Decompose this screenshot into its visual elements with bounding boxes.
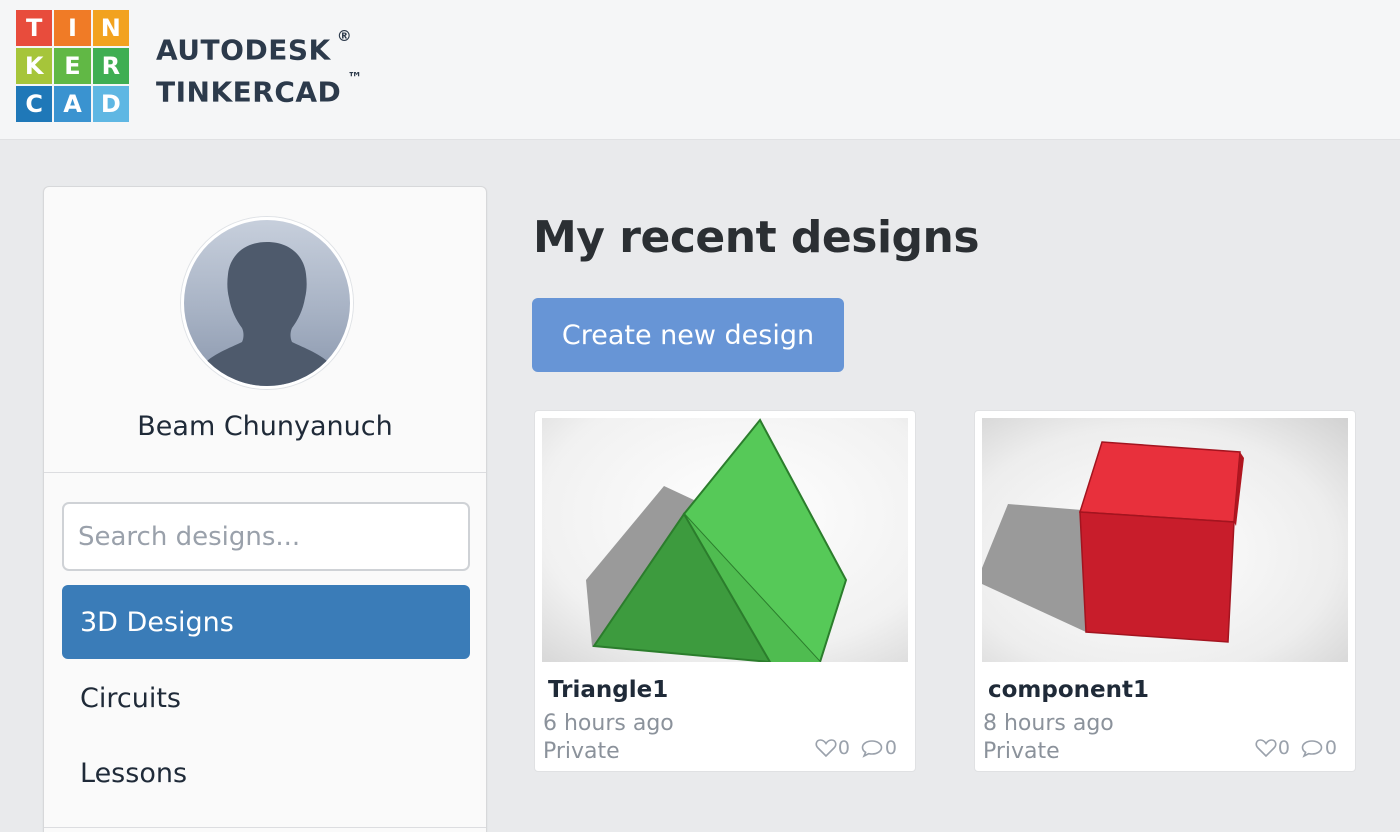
brand-tinkercad: TINKERCAD	[156, 75, 342, 109]
user-silhouette-icon	[196, 242, 338, 386]
top-header: T I N K E R C A D AUTODESK ® TINKERCAD ™	[0, 0, 1400, 140]
comments-stat[interactable]: 0	[1300, 737, 1337, 759]
logo-cell: I	[54, 10, 91, 46]
brand-line-2: TINKERCAD ™	[156, 68, 363, 110]
red-cube-thumbnail	[982, 418, 1348, 662]
design-card[interactable]: Triangle1 6 hours ago Private 0 0	[534, 410, 916, 772]
design-thumbnail[interactable]	[542, 418, 908, 662]
design-privacy: Private	[543, 739, 620, 764]
likes-stat[interactable]: 0	[1255, 737, 1290, 759]
registered-mark: ®	[336, 27, 353, 45]
design-card[interactable]: component1 8 hours ago Private 0 0	[974, 410, 1356, 772]
sidebar-item-label: Circuits	[80, 682, 181, 714]
comment-icon	[861, 740, 883, 758]
user-name: Beam Chunyanuch	[137, 411, 393, 442]
logo-cell: K	[16, 48, 53, 84]
sidebar-item-circuits[interactable]: Circuits	[62, 661, 470, 735]
logo-cell: C	[16, 86, 53, 122]
likes-count: 0	[1277, 737, 1290, 759]
logo-cell: R	[92, 48, 129, 84]
design-timestamp: 6 hours ago	[543, 711, 674, 736]
likes-stat[interactable]: 0	[815, 737, 850, 759]
divider	[44, 827, 486, 828]
profile-sidebar: Beam Chunyanuch 3D Designs Circuits Less…	[43, 186, 487, 832]
logo-cell: E	[54, 48, 91, 84]
page-title: My recent designs	[533, 212, 980, 263]
design-stats: 0 0	[1255, 737, 1337, 759]
comments-count: 0	[1324, 737, 1337, 759]
search-designs-input[interactable]	[62, 502, 470, 571]
tinkercad-logo[interactable]: T I N K E R C A D	[16, 10, 129, 122]
design-stats: 0 0	[815, 737, 897, 759]
heart-icon	[1255, 739, 1277, 758]
sidebar-item-lessons[interactable]: Lessons	[62, 736, 470, 810]
design-thumbnail[interactable]	[982, 418, 1348, 662]
divider	[44, 472, 486, 473]
create-new-design-button[interactable]: Create new design	[532, 298, 844, 372]
design-title[interactable]: Triangle1	[548, 677, 668, 703]
logo-cell: T	[16, 10, 53, 46]
design-title[interactable]: component1	[988, 677, 1149, 703]
brand-autodesk: AUTODESK	[156, 33, 331, 67]
design-privacy: Private	[983, 739, 1060, 764]
logo-cell: N	[92, 10, 129, 46]
likes-count: 0	[837, 737, 850, 759]
sidebar-item-3d-designs[interactable]: 3D Designs	[62, 585, 470, 659]
trademark-mark: ™	[347, 69, 363, 88]
comment-icon	[1301, 740, 1323, 758]
heart-icon	[815, 739, 837, 758]
avatar[interactable]	[181, 217, 353, 389]
sidebar-item-label: Lessons	[80, 757, 188, 789]
logo-cell: D	[92, 86, 129, 122]
comments-stat[interactable]: 0	[860, 737, 897, 759]
brand-line-1: AUTODESK ®	[156, 26, 363, 68]
green-pyramid-thumbnail	[542, 418, 908, 662]
design-timestamp: 8 hours ago	[983, 711, 1114, 736]
sidebar-item-label: 3D Designs	[80, 606, 234, 638]
logo-cell: A	[54, 86, 91, 122]
comments-count: 0	[884, 737, 897, 759]
brand-name[interactable]: AUTODESK ® TINKERCAD ™	[156, 26, 363, 111]
